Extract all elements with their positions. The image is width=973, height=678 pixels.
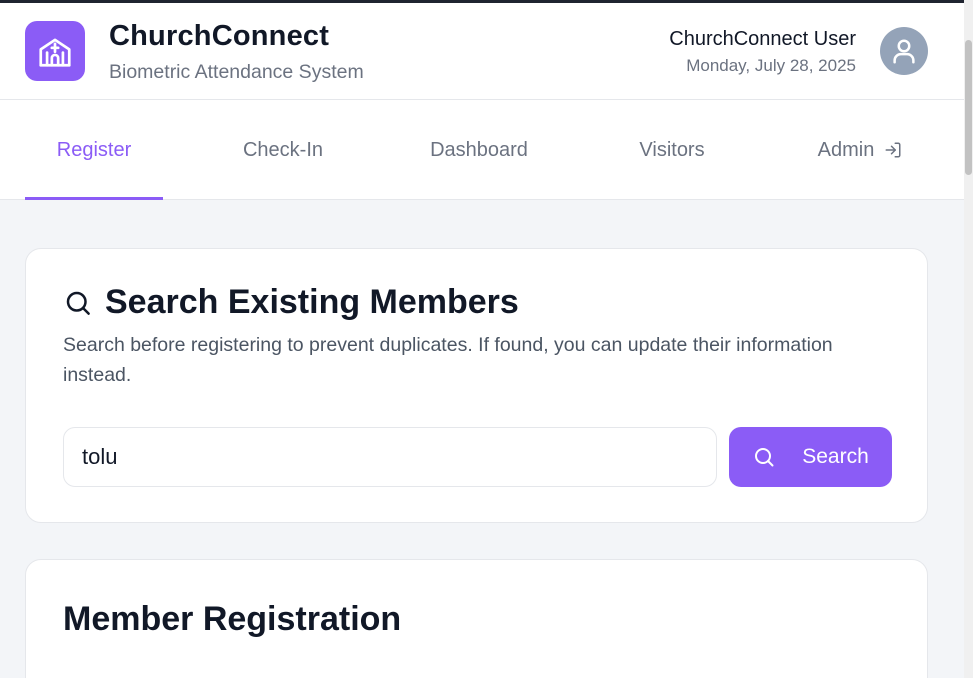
search-heading-text: Search Existing Members — [105, 283, 519, 321]
tab-label: Register — [56, 138, 132, 161]
scrollbar[interactable] — [964, 0, 973, 678]
current-date: Monday, July 28, 2025 — [686, 56, 856, 75]
scrollbar-thumb[interactable] — [965, 40, 972, 175]
search-icon — [752, 445, 776, 469]
search-icon — [66, 291, 90, 315]
tab-dashboard[interactable]: Dashboard — [410, 100, 548, 199]
app-subtitle: Biometric Attendance System — [109, 61, 364, 83]
member-registration-card: Member Registration — [25, 559, 928, 678]
registration-title: Member Registration — [63, 600, 402, 638]
tab-visitors[interactable]: Visitors — [618, 100, 726, 199]
avatar[interactable] — [880, 27, 928, 75]
app-title: ChurchConnect — [109, 20, 330, 52]
church-icon — [25, 21, 85, 81]
tab-check-in[interactable]: Check-In — [240, 100, 326, 199]
user-icon — [893, 39, 915, 64]
main-tabs: Register Check-In Dashboard Visitors Adm… — [0, 100, 964, 200]
search-button[interactable]: Search — [729, 427, 892, 487]
search-heading: Search Existing Members — [63, 283, 519, 322]
tab-register[interactable]: Register — [25, 100, 163, 200]
search-members-card: Search Existing Members Search before re… — [25, 248, 928, 523]
active-tab-indicator — [25, 197, 163, 200]
login-icon — [884, 141, 902, 159]
tab-admin[interactable]: Admin — [800, 100, 920, 199]
search-button-label: Search — [802, 445, 869, 468]
tab-label: Dashboard — [430, 138, 528, 161]
search-input[interactable] — [63, 427, 717, 487]
search-description: Search before registering to prevent dup… — [63, 334, 833, 386]
tab-label: Admin — [817, 138, 875, 161]
user-name: ChurchConnect User — [669, 28, 856, 50]
app-header: ChurchConnect Biometric Attendance Syste… — [0, 3, 964, 100]
tab-label: Check-In — [242, 138, 324, 161]
tab-label: Visitors — [639, 138, 705, 161]
